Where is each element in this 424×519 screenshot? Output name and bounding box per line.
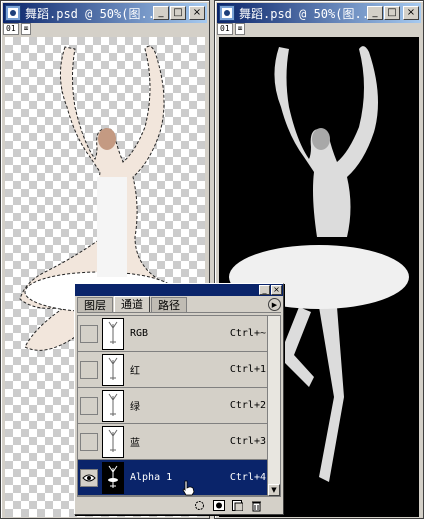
vertical-scrollbar[interactable]: ▼ — [267, 315, 281, 497]
hand-cursor-icon — [182, 480, 195, 496]
mask-tag: ⌧ — [20, 23, 32, 35]
channel-row-blue[interactable]: 蓝 Ctrl+3 — [78, 424, 270, 460]
window-title: 舞蹈.psd @ 50%(图... — [239, 6, 367, 21]
window-title: 舞蹈.psd @ 50%(图... — [25, 6, 153, 21]
channel-shortcut: Ctrl+4 — [229, 472, 266, 483]
channel-row-rgb[interactable]: RGB Ctrl+~ — [78, 316, 270, 352]
load-selection-icon[interactable] — [193, 500, 206, 512]
channel-shortcut: Ctrl+~ — [229, 328, 266, 339]
channel-thumbnail — [102, 353, 124, 386]
close-button[interactable]: × — [403, 6, 419, 20]
palette-tabs: 图层 通道 路径 — [77, 296, 281, 313]
mask-tag: ⌧ — [234, 23, 246, 35]
minimize-button[interactable]: _ — [367, 6, 383, 20]
channel-thumbnail — [102, 317, 124, 350]
channel-shortcut: Ctrl+3 — [229, 436, 266, 447]
tab-channels[interactable]: 通道 — [114, 296, 150, 312]
palette-minimize-button[interactable]: _ — [259, 285, 270, 295]
channel-row-alpha1[interactable]: Alpha 1 Ctrl+4 — [78, 460, 270, 496]
maximize-button[interactable]: □ — [384, 6, 400, 20]
channel-thumbnail — [102, 389, 124, 422]
channel-shortcut: Ctrl+1 — [229, 364, 266, 375]
new-channel-icon[interactable] — [231, 500, 244, 512]
palette-title-bar[interactable]: _ × — [75, 284, 283, 296]
photoshop-doc-icon — [5, 5, 21, 21]
photoshop-doc-icon — [219, 5, 235, 21]
tab-layers[interactable]: 图层 — [77, 297, 113, 312]
maximize-button[interactable]: □ — [170, 6, 186, 20]
close-button[interactable]: × — [189, 6, 205, 20]
status-tags: 01 ⌧ — [217, 23, 246, 35]
visibility-toggle[interactable] — [80, 396, 98, 415]
channels-palette[interactable]: _ × 图层 通道 路径 ▶ RGB Ctrl+~ 红 Ctrl+1 绿 Ctr… — [74, 283, 284, 515]
scroll-down-arrow[interactable]: ▼ — [268, 484, 280, 496]
channel-name: 绿 — [130, 402, 140, 413]
visibility-toggle[interactable] — [80, 360, 98, 379]
channel-row-green[interactable]: 绿 Ctrl+2 — [78, 388, 270, 424]
save-selection-icon[interactable] — [212, 500, 225, 512]
palette-close-button[interactable]: × — [271, 285, 282, 295]
layer-tag: 01 — [3, 23, 19, 35]
palette-menu-button[interactable]: ▶ — [268, 298, 281, 311]
visibility-toggle[interactable] — [80, 432, 98, 451]
visibility-toggle[interactable] — [80, 324, 98, 343]
channel-list: RGB Ctrl+~ 红 Ctrl+1 绿 Ctrl+2 蓝 Ctrl+3 Al — [77, 315, 270, 497]
visibility-toggle[interactable] — [80, 468, 98, 487]
channel-shortcut: Ctrl+2 — [229, 400, 266, 411]
minimize-button[interactable]: _ — [153, 6, 169, 20]
title-bar[interactable]: 舞蹈.psd @ 50%(图... _ □ × — [217, 3, 421, 23]
channel-name: 蓝 — [130, 438, 140, 449]
status-tags: 01 ⌧ — [3, 23, 32, 35]
channel-row-red[interactable]: 红 Ctrl+1 — [78, 352, 270, 388]
title-bar[interactable]: 舞蹈.psd @ 50%(图... _ □ × — [3, 3, 207, 23]
channel-name: RGB — [130, 328, 149, 339]
channel-thumbnail — [102, 461, 124, 494]
channel-name: 红 — [130, 366, 140, 377]
channel-thumbnail — [102, 425, 124, 458]
layer-tag: 01 — [217, 23, 233, 35]
eye-icon — [82, 474, 96, 481]
channel-name: Alpha 1 — [130, 472, 173, 483]
delete-channel-icon[interactable] — [250, 500, 263, 512]
palette-bottom-bar — [75, 497, 283, 514]
tab-paths[interactable]: 路径 — [151, 297, 187, 312]
